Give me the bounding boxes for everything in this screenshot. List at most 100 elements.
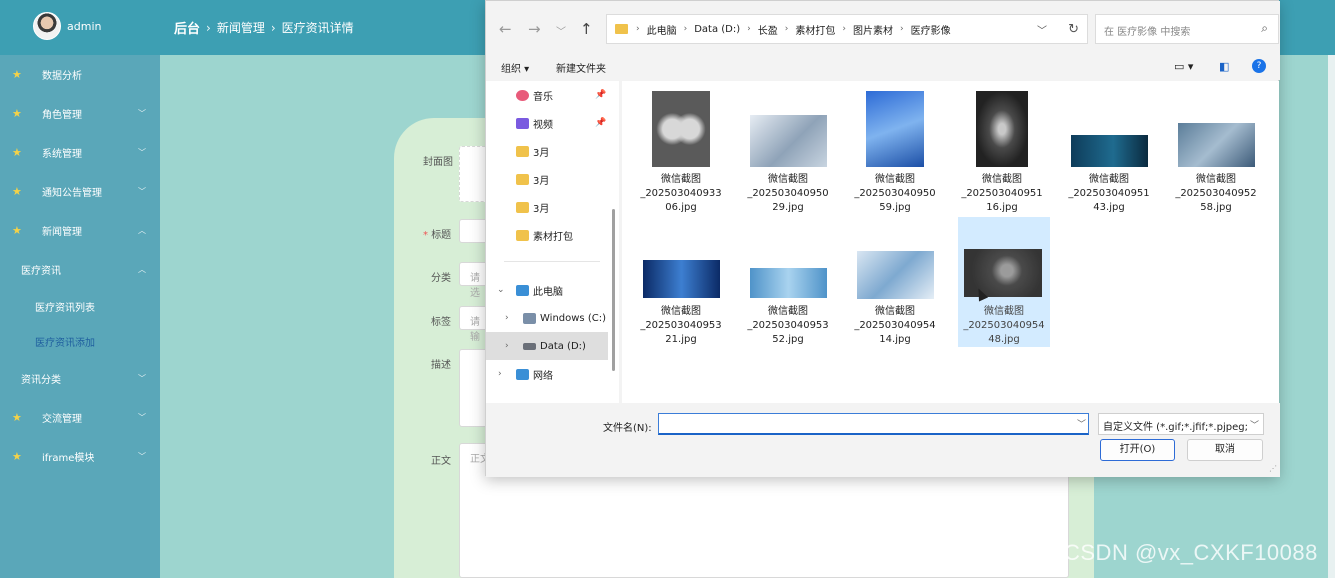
nav-item-label: 此电脑 [533, 286, 563, 298]
sidebar-item-news-category[interactable]: 资讯分类 ﹀ [0, 364, 160, 392]
cancel-button[interactable]: 取消 [1187, 439, 1263, 461]
folder-icon [615, 24, 628, 34]
back-arrow-icon[interactable]: ← [499, 20, 512, 38]
chevron-right-icon[interactable]: › [505, 313, 509, 323]
chevron-right-icon: › [747, 24, 751, 34]
recent-locations-icon[interactable]: ﹀ [556, 23, 566, 38]
chevron-right-icon: › [636, 24, 640, 34]
help-icon[interactable]: ? [1252, 59, 1266, 73]
chevron-right-icon[interactable]: › [505, 341, 509, 351]
file-item-selected[interactable]: 微信截图 _202503040954 48.jpg [958, 217, 1050, 347]
search-icon: ⌕ [1261, 21, 1268, 35]
sidebar-item-medical-news[interactable]: 医疗资讯 ︿ [0, 255, 160, 283]
chevron-down-icon[interactable]: ﹀ [1037, 22, 1047, 37]
up-arrow-icon[interactable]: ↑ [580, 20, 593, 38]
nav-item-video[interactable]: 视频 📌 [486, 109, 608, 137]
address-segment[interactable]: 医疗影像 [911, 22, 951, 37]
dialog-toolbar: 组织 ▾ 新建文件夹 ▭ ▾ ◧ ? [486, 56, 1280, 80]
file-item[interactable]: 微信截图 _202503040950 29.jpg [742, 87, 834, 217]
chevron-down-icon: ﹀ [138, 108, 146, 118]
address-bar[interactable]: › 此电脑 › Data (D:) › 长盈 › 素材打包 › 图片素材 › 医… [606, 14, 1088, 44]
digital-doctor-thumbnail [643, 260, 720, 298]
chevron-right-icon: › [784, 24, 789, 34]
nav-item-folder-march-2[interactable]: 3月 [486, 165, 608, 193]
sidebar-item-medical-news-add[interactable]: 医疗资讯添加 [0, 327, 160, 355]
star-icon: ★ [12, 410, 22, 424]
sidebar-item-roles[interactable]: ★ 角色管理 ﹀ [0, 99, 160, 127]
sidebar-item-data-analysis[interactable]: ★ 数据分析 [0, 60, 160, 88]
title-label: * 标题 [423, 230, 452, 241]
star-icon: ★ [12, 67, 22, 81]
address-segment[interactable]: 此电脑 [647, 22, 677, 37]
nav-item-folder-march-1[interactable]: 3月 [486, 137, 608, 165]
address-segment[interactable]: 长盈 [758, 22, 778, 37]
chevron-down-icon: ﹀ [138, 373, 146, 383]
forward-arrow-icon[interactable]: → [528, 20, 541, 38]
sidebar-item-system[interactable]: ★ 系统管理 ﹀ [0, 138, 160, 166]
nav-item-music[interactable]: 音乐 📌 [486, 81, 608, 109]
nav-item-label: 视频 [533, 119, 553, 131]
star-icon: ★ [12, 184, 22, 198]
pin-icon: 📌 [595, 118, 607, 128]
nav-item-label: Windows (C:) [540, 312, 606, 324]
chevron-right-icon: › [270, 20, 276, 35]
tablet-xray-thumbnail [750, 115, 827, 167]
scrollbar[interactable] [1328, 55, 1335, 578]
nav-item-label: Data (D:) [540, 340, 586, 352]
avatar[interactable] [33, 12, 61, 40]
view-options-icon[interactable]: ▭ ▾ [1174, 60, 1193, 73]
file-item[interactable]: 微信截图 _202503040951 16.jpg [956, 87, 1048, 217]
user-name[interactable]: admin [67, 20, 101, 33]
chevron-right-icon[interactable]: › [498, 369, 502, 379]
breadcrumb-news[interactable]: 新闻管理 [217, 19, 265, 36]
nav-item-label: 音乐 [533, 91, 553, 103]
nav-item-folder-march-3[interactable]: 3月 [486, 193, 608, 221]
nav-item-this-pc[interactable]: ⌄ 此电脑 [486, 276, 608, 304]
address-segment[interactable]: 素材打包 [795, 22, 835, 37]
sidebar-item-label: 医疗资讯列表 [35, 302, 95, 314]
breadcrumb-home[interactable]: 后台 [174, 18, 200, 37]
chevron-right-icon: › [683, 24, 688, 34]
file-item[interactable]: 微信截图 _202503040933 06.jpg [635, 87, 727, 217]
sidebar-item-news[interactable]: ★ 新闻管理 ︿ [0, 216, 160, 244]
nav-item-network[interactable]: › 网络 [486, 360, 608, 388]
chevron-down-icon[interactable]: ⌄ [497, 285, 505, 295]
address-segment[interactable]: Data (D:) [694, 24, 740, 35]
search-input[interactable]: 在 医疗影像 中搜索 ⌕ [1095, 14, 1279, 44]
cover-label: 封面图 [423, 157, 453, 168]
sidebar-item-notices[interactable]: ★ 通知公告管理 ﹀ [0, 177, 160, 205]
nav-item-drive-d[interactable]: › Data (D:) [486, 332, 608, 360]
medical-banner-thumbnail [1071, 135, 1148, 167]
file-item[interactable]: 微信截图 _202503040954 14.jpg [849, 219, 941, 349]
nav-scrollbar[interactable] [612, 209, 615, 371]
sidebar-item-exchange[interactable]: ★ 交流管理 ﹀ [0, 403, 160, 431]
filename-input[interactable] [658, 413, 1089, 435]
chevron-right-icon: › [842, 24, 846, 34]
new-folder-button[interactable]: 新建文件夹 [556, 60, 606, 75]
file-item[interactable]: 微信截图 _202503040952 58.jpg [1170, 87, 1262, 217]
sidebar-item-label: 医疗资讯 [21, 265, 61, 277]
file-item[interactable]: 微信截图 _202503040953 52.jpg [742, 219, 834, 349]
sidebar-item-medical-news-list[interactable]: 医疗资讯列表 [0, 292, 160, 320]
file-item[interactable]: 微信截图 _202503040953 21.jpg [635, 219, 727, 349]
chevron-down-icon[interactable]: ﹀ [1077, 417, 1086, 430]
nav-item-material-pack[interactable]: 素材打包 [486, 221, 608, 249]
category-label: 分类 [431, 273, 451, 284]
chevron-down-icon: ﹀ [138, 147, 146, 157]
preview-pane-icon[interactable]: ◧ [1219, 60, 1229, 73]
resize-grip-icon[interactable]: ⋰ [1269, 464, 1277, 473]
nav-item-label: 3月 [533, 175, 550, 187]
nav-item-drive-c[interactable]: › Windows (C:) [486, 304, 608, 332]
file-type-select[interactable]: 自定义文件 (*.gif;*.jfif;*.pjpeg; ﹀ [1098, 413, 1264, 435]
refresh-icon[interactable]: ↻ [1068, 22, 1079, 37]
file-item[interactable]: 微信截图 _202503040950 59.jpg [849, 87, 941, 217]
address-segment[interactable]: 图片素材 [853, 22, 893, 37]
organize-button[interactable]: 组织 ▾ [501, 60, 529, 75]
nav-item-label: 素材打包 [533, 231, 573, 243]
file-item[interactable]: 微信截图 _202503040951 43.jpg [1063, 87, 1155, 217]
watermark: CSDN @vx_CXKF10088 [1064, 540, 1318, 565]
folder-icon [516, 201, 529, 213]
open-button[interactable]: 打开(O) [1100, 439, 1175, 461]
sidebar-item-iframe[interactable]: ★ iframe模块 ﹀ [0, 442, 160, 470]
star-icon: ★ [12, 449, 22, 463]
